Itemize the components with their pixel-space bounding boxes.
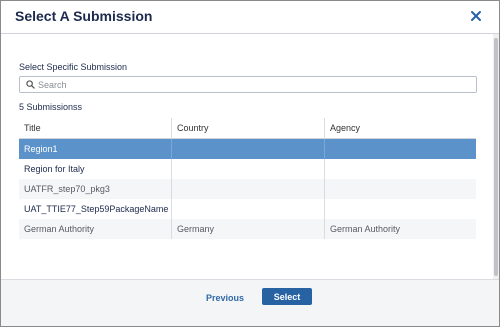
search-label: Select Specific Submission [19, 62, 128, 72]
cell-title: UAT_TTIE77_Step59PackageName [24, 204, 169, 214]
cell-title: German Authority [24, 224, 95, 234]
search-icon [26, 80, 35, 89]
table-row[interactable]: UATFR_step70_pkg3 [19, 179, 476, 199]
column-header-agency[interactable]: Agency [324, 118, 476, 138]
table-row[interactable]: German Authority Germany German Authorit… [19, 219, 476, 239]
table-row[interactable]: Region1 [19, 139, 476, 159]
column-header-title[interactable]: Title [19, 118, 171, 138]
submissions-table: Title Country Agency Region1 Region for … [19, 118, 476, 239]
cell-agency [324, 159, 476, 179]
cell-agency: German Authority [324, 219, 476, 239]
dialog-footer: Previous Select [1, 279, 499, 326]
cell-agency [324, 179, 476, 199]
table-header-row: Title Country Agency [19, 118, 476, 139]
cell-title: Region for Italy [24, 164, 85, 174]
cell-country [171, 179, 324, 199]
cell-agency [324, 139, 476, 159]
select-button[interactable]: Select [262, 288, 312, 305]
cell-country [171, 139, 324, 159]
close-icon[interactable] [469, 9, 483, 23]
cell-country [171, 199, 324, 219]
cell-title: Region1 [24, 144, 58, 154]
column-header-country[interactable]: Country [171, 118, 324, 138]
select-submission-dialog: Select A Submission Select Specific Subm… [0, 0, 500, 327]
cell-country [171, 159, 324, 179]
previous-button[interactable]: Previous [201, 290, 249, 306]
table-row[interactable]: Region for Italy [19, 159, 476, 179]
table-row[interactable]: UAT_TTIE77_Step59PackageName [19, 199, 476, 219]
dialog-title: Select A Submission [15, 8, 153, 24]
results-count: 5 Submissionss [19, 102, 83, 112]
search-box[interactable] [19, 76, 477, 93]
vertical-scrollbar[interactable] [493, 34, 499, 279]
cell-title: UATFR_step70_pkg3 [24, 184, 110, 194]
dialog-header: Select A Submission [1, 1, 499, 34]
cell-country: Germany [171, 219, 324, 239]
cell-agency [324, 199, 476, 219]
scrollbar-thumb[interactable] [494, 38, 498, 276]
search-input[interactable] [38, 77, 468, 92]
